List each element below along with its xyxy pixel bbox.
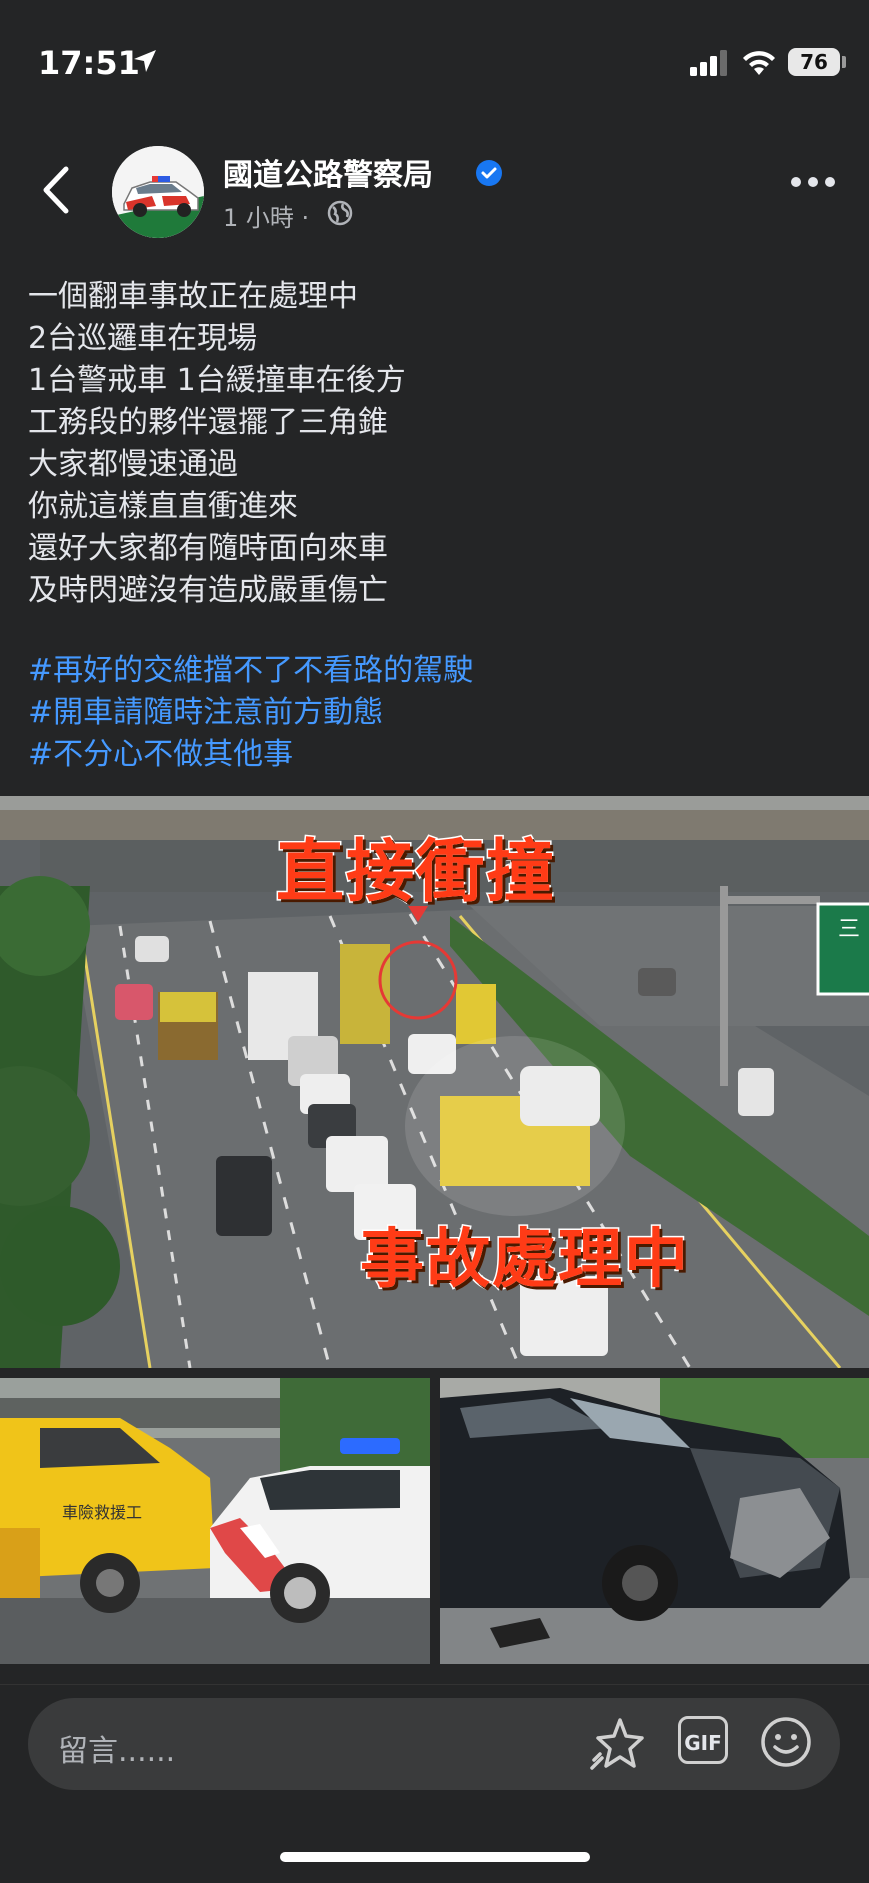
post-line: 及時閃避沒有造成嚴重傷亡 — [28, 573, 388, 608]
caption-direct-impact: 直接衝撞 — [274, 832, 557, 914]
emoji-icon[interactable] — [760, 1716, 812, 1768]
globe-icon — [327, 200, 353, 226]
post-line: 一個翻車事故正在處理中 — [28, 279, 358, 314]
post-meta: 1 小時 · — [223, 198, 309, 233]
hashtag-link[interactable]: #再好的交維擋不了不看路的駕駛 — [28, 650, 473, 692]
post-line: 2台巡邏車在現場 — [28, 321, 258, 356]
post-photo-damaged-car[interactable] — [440, 1378, 869, 1664]
cellular-signal-icon — [690, 50, 727, 76]
post-photo-tow-truck[interactable]: 車險救援工 — [0, 1378, 430, 1664]
battery-indicator: 76 — [788, 48, 840, 76]
hashtag-link[interactable]: #不分心不做其他事 — [28, 734, 473, 776]
post-line: 1台警戒車 1台緩撞車在後方 — [28, 363, 406, 398]
damaged-car-illustration — [440, 1378, 869, 1664]
hashtag-list: #再好的交維擋不了不看路的駕駛 #開車請隨時注意前方動態 #不分心不做其他事 — [28, 650, 473, 776]
police-car-logo — [112, 146, 204, 238]
sign-text: 三 — [838, 917, 860, 942]
back-chevron-icon[interactable] — [38, 165, 74, 215]
more-options-icon[interactable] — [790, 176, 836, 188]
wifi-icon — [743, 51, 775, 75]
location-arrow-icon — [134, 50, 156, 72]
verified-badge-icon — [476, 160, 502, 186]
post-line: 還好大家都有隨時面向來車 — [28, 531, 388, 566]
post-line: 工務段的夥伴還擺了三角錐 — [28, 405, 388, 440]
avatar-sticker-icon[interactable] — [590, 1716, 646, 1772]
status-time: 17:51 — [38, 44, 140, 82]
page-avatar[interactable] — [112, 146, 204, 238]
post-line: 你就這樣直直衝進來 — [28, 489, 298, 524]
battery-tip — [842, 56, 846, 68]
post-photo-highway[interactable]: 三 直接衝撞 事故處理中 — [0, 796, 869, 1368]
tow-truck-text: 車險救援工 — [62, 1503, 142, 1522]
post-body: 一個翻車事故正在處理中 2台巡邏車在現場 1台警戒車 1台緩撞車在後方 工務段的… — [28, 276, 848, 612]
post-time[interactable]: 1 小時 — [223, 204, 294, 232]
home-indicator — [280, 1852, 590, 1862]
caption-accident-handling: 事故處理中 — [359, 1222, 690, 1299]
post-line: 大家都慢速通過 — [28, 447, 238, 482]
hashtag-link[interactable]: #開車請隨時注意前方動態 — [28, 692, 473, 734]
status-bar: 17:51 76 — [0, 0, 869, 120]
comment-placeholder: 留言...... — [58, 1734, 176, 1769]
meta-separator: · — [301, 204, 310, 232]
tow-truck-scene-illustration: 車險救援工 — [0, 1378, 430, 1664]
page-name[interactable]: 國道公路警察局 — [223, 150, 433, 194]
gif-button[interactable]: GIF — [678, 1716, 728, 1764]
